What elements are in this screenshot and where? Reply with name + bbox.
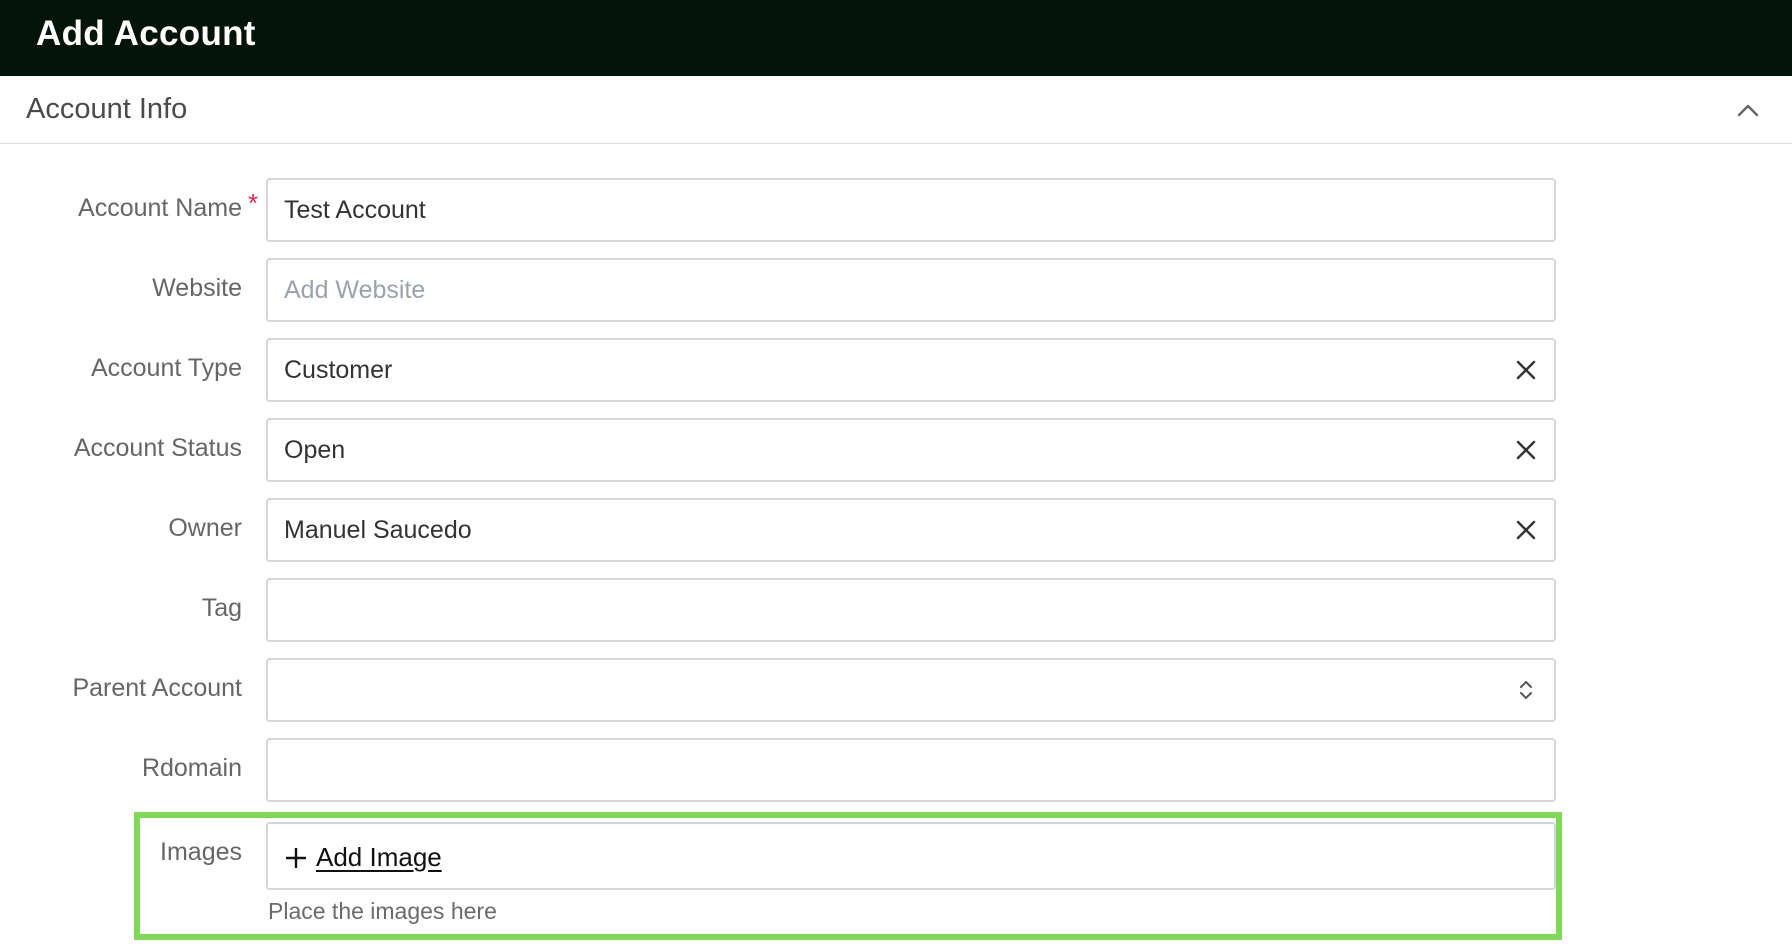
rdomain-row: Rdomain: [0, 738, 1792, 802]
images-dropzone[interactable]: Add Image: [266, 822, 1556, 890]
parent-account-dropdown-toggle[interactable]: [1512, 676, 1540, 704]
close-icon: [1516, 360, 1536, 380]
add-account-page: Add Account Account Info Account Name * …: [0, 0, 1792, 952]
close-icon: [1516, 520, 1536, 540]
tag-label: Tag: [201, 594, 242, 622]
account-type-clear-button[interactable]: [1512, 356, 1540, 384]
account-status-row: Account Status Open: [0, 418, 1792, 482]
website-row: Website: [0, 258, 1792, 322]
plus-icon: [286, 847, 306, 868]
owner-label: Owner: [168, 514, 242, 542]
parent-account-row: Parent Account: [0, 658, 1792, 722]
rdomain-input[interactable]: [268, 740, 1554, 800]
title-bar: Add Account: [0, 0, 1792, 76]
section-title: Account Info: [26, 93, 188, 125]
tag-field: [266, 578, 1556, 642]
account-info-section-header[interactable]: Account Info: [0, 76, 1792, 144]
account-type-value: Customer: [284, 356, 393, 384]
tag-row: Tag: [0, 578, 1792, 642]
account-type-select[interactable]: Customer: [266, 338, 1556, 402]
owner-row: Owner Manuel Saucedo: [0, 498, 1792, 562]
rdomain-field: [266, 738, 1556, 802]
website-label: Website: [152, 274, 242, 302]
images-label: Images: [160, 838, 242, 866]
account-status-value: Open: [284, 436, 346, 464]
account-name-label: Account Name: [78, 194, 242, 222]
add-image-label: Add Image: [316, 842, 442, 872]
account-name-row: Account Name *: [0, 178, 1792, 242]
page-title: Add Account: [36, 14, 256, 53]
website-field: [266, 258, 1556, 322]
website-input[interactable]: [268, 260, 1554, 320]
chevron-up-icon: [1737, 104, 1759, 117]
account-status-clear-button[interactable]: [1512, 436, 1540, 464]
chevron-up-down-icon: [1520, 681, 1532, 699]
add-image-button[interactable]: Add Image: [284, 842, 442, 873]
parent-account-label: Parent Account: [72, 674, 242, 702]
images-hint: Place the images here: [268, 898, 497, 924]
collapse-button[interactable]: [1732, 94, 1764, 126]
account-type-label: Account Type: [90, 354, 242, 382]
account-status-label: Account Status: [73, 434, 242, 462]
account-name-field: [266, 178, 1556, 242]
owner-select[interactable]: Manuel Saucedo: [266, 498, 1556, 562]
close-icon: [1516, 440, 1536, 460]
account-type-row: Account Type Customer: [0, 338, 1792, 402]
required-marker: *: [248, 188, 259, 218]
parent-account-select[interactable]: [266, 658, 1556, 722]
account-name-input[interactable]: [268, 180, 1554, 240]
account-status-select[interactable]: Open: [266, 418, 1556, 482]
owner-clear-button[interactable]: [1512, 516, 1540, 544]
rdomain-label: Rdomain: [141, 754, 242, 782]
owner-value: Manuel Saucedo: [284, 516, 472, 544]
tag-input[interactable]: [268, 580, 1554, 640]
